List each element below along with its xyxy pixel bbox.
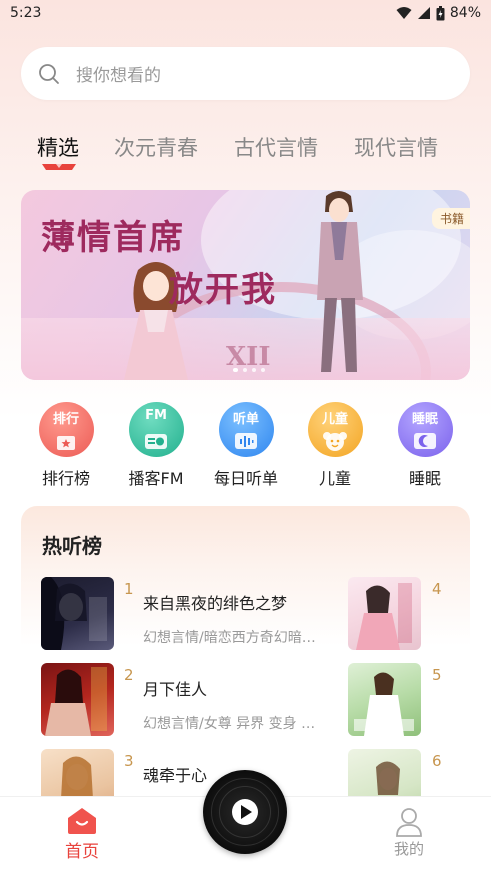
tab-ancient-romance[interactable]: 古代言情 xyxy=(234,132,318,162)
tab-modern-romance[interactable]: 现代言情 xyxy=(354,132,438,162)
ranking-icon: 排行 xyxy=(38,402,94,457)
search-icon xyxy=(39,63,59,84)
pagination-dot[interactable] xyxy=(233,368,238,372)
status-time: 5:23 xyxy=(10,5,42,21)
kids-icon: 儿童 xyxy=(307,402,363,457)
tab-youth[interactable]: 次元青春 xyxy=(114,132,198,162)
search-placeholder: 搜你想看的 xyxy=(76,66,161,86)
quick-entry-ranking[interactable]: 排行 排行榜 xyxy=(26,402,106,489)
active-tab-indicator xyxy=(42,164,76,170)
quick-entry-label: 每日听单 xyxy=(213,469,278,488)
cell-signal-icon xyxy=(417,7,430,19)
hot-list-row: 2 月下佳人 幻想言情/女尊 异界 变身 … 5 xyxy=(41,663,461,737)
book-cover[interactable] xyxy=(41,663,114,736)
nav-home[interactable]: 首页 xyxy=(52,807,112,862)
quick-entry-label: 儿童 xyxy=(318,469,351,488)
promo-banner[interactable]: XII 薄情首席 放开我 书籍 xyxy=(21,190,470,380)
book-title[interactable]: 魂牵于心 xyxy=(143,762,207,786)
status-icons: 84% xyxy=(396,5,481,21)
pagination-dot[interactable] xyxy=(261,368,265,372)
book-cover[interactable] xyxy=(348,577,421,650)
hot-list-title: 热听榜 xyxy=(42,534,102,558)
audio-wave-icon: 听单 xyxy=(218,402,274,457)
book-rank: 3 xyxy=(124,752,134,770)
book-tags: 幻想言情/女尊 异界 变身 … xyxy=(143,716,316,732)
quick-entry-badge: 听单 xyxy=(232,412,259,427)
book-rank: 4 xyxy=(432,580,442,598)
banner-category-tag: 书籍 xyxy=(431,208,470,229)
book-title[interactable]: 月下佳人 xyxy=(143,676,207,700)
nav-mine-label: 我的 xyxy=(393,840,424,858)
book-rank: 1 xyxy=(124,580,134,598)
quick-entry-sleep[interactable]: 睡眠 睡眠 xyxy=(385,402,465,489)
banner-title-line2: 放开我 xyxy=(169,270,277,310)
quick-entry-row: 排行 排行榜 FM 播客FM 听单 每日听单 儿童 儿童 睡眠 睡眠 xyxy=(0,402,491,492)
quick-entry-label: 播客FM xyxy=(128,469,184,488)
battery-percent: 84% xyxy=(449,5,481,21)
quick-entry-podcast[interactable]: FM 播客FM xyxy=(116,402,196,489)
search-input[interactable]: 搜你想看的 xyxy=(21,47,470,100)
banner-title-line1: 薄情首席 xyxy=(41,218,185,258)
quick-entry-label: 睡眠 xyxy=(408,469,441,488)
banner-pagination xyxy=(233,368,265,372)
play-icon xyxy=(241,805,252,819)
tab-featured[interactable]: 精选 xyxy=(37,132,79,162)
quick-entry-kids[interactable]: 儿童 儿童 xyxy=(295,402,375,489)
user-icon xyxy=(396,808,422,837)
nav-mine[interactable]: 我的 xyxy=(379,807,439,859)
mini-player-disc[interactable] xyxy=(203,770,287,854)
quick-entry-daily-list[interactable]: 听单 每日听单 xyxy=(206,402,286,489)
quick-entry-label: 排行榜 xyxy=(41,469,90,488)
book-rank: 6 xyxy=(432,752,442,770)
hot-list-row: 1 来自黑夜的绯色之梦 幻想言情/暗恋西方奇幻暗… 4 xyxy=(41,577,461,651)
wifi-icon xyxy=(396,7,412,19)
status-bar: 5:23 84% xyxy=(0,0,491,30)
book-rank: 5 xyxy=(432,666,442,684)
book-cover[interactable] xyxy=(348,663,421,736)
pagination-dot[interactable] xyxy=(252,368,256,372)
quick-entry-badge: FM xyxy=(145,408,167,423)
home-icon xyxy=(68,808,96,834)
quick-entry-badge: 排行 xyxy=(52,412,79,427)
banner-man-illustration xyxy=(317,191,363,372)
category-tabs: 精选 次元青春 古代言情 现代言情 xyxy=(0,128,491,173)
book-tags: 幻想言情/暗恋西方奇幻暗… xyxy=(143,630,316,646)
book-title[interactable]: 来自黑夜的绯色之梦 xyxy=(143,590,287,614)
quick-entry-badge: 睡眠 xyxy=(411,412,438,427)
battery-icon xyxy=(436,5,445,20)
book-rank: 2 xyxy=(124,666,134,684)
book-cover[interactable] xyxy=(41,577,114,650)
radio-icon: FM xyxy=(128,402,184,457)
pagination-dot[interactable] xyxy=(243,368,247,372)
nav-home-label: 首页 xyxy=(65,842,99,862)
quick-entry-badge: 儿童 xyxy=(321,412,348,427)
moon-icon: 睡眠 xyxy=(397,402,453,457)
